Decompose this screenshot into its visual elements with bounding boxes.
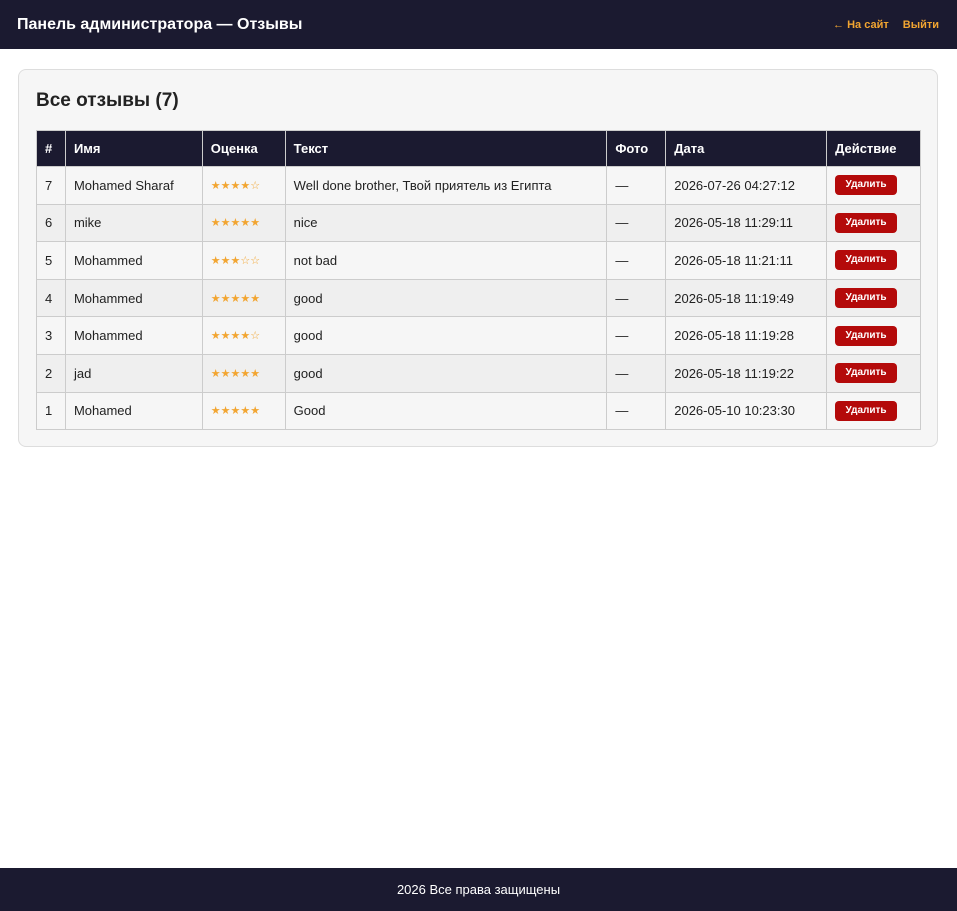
action-cell: Удалить — [826, 391, 921, 431]
table-row: 4 Mohammed ★★★★★ good —2026-05-18 11:19:49 Уд… — [36, 278, 921, 318]
column-header: Дата — [665, 130, 828, 167]
rating-stars-cell: ★★★★★ — [201, 278, 286, 318]
table-row: 2 jad ★★★★★ good —2026-05-18 11:19:22 Удалить — [36, 353, 921, 393]
header-nav: ← На сайт Выйти — [833, 19, 939, 31]
column-header: Фото — [606, 130, 667, 167]
reviews-table: # Имя Оценка Текст Фото Дата Действие 7 Mohamed… — [36, 130, 921, 431]
reviewer-name-cell: Mohammed — [64, 278, 203, 318]
action-cell: Удалить — [826, 353, 921, 393]
review-text-cell: not bad — [284, 241, 608, 280]
column-header: Действие — [826, 130, 921, 167]
table-body: 7 Mohamed Sharaf ★★★★☆ Well done brother, Т… — [36, 166, 921, 431]
back-to-site-link[interactable]: ← На сайт — [833, 19, 889, 31]
date-cell: 2026-05-18 11:19:22 — [665, 353, 828, 393]
review-text-cell: good — [284, 353, 608, 393]
review-text-cell: good — [284, 278, 608, 318]
column-header: # — [36, 130, 66, 167]
column-header: Имя — [64, 130, 203, 167]
reviewer-name-cell: Mohammed — [64, 241, 203, 280]
photo-cell: — — [606, 353, 667, 393]
rating-stars-cell: ★★★★★ — [201, 391, 286, 431]
delete-review-button[interactable]: Удалить — [835, 175, 898, 196]
photo-cell: — — [606, 203, 667, 243]
date-cell: 2026-05-18 11:19:28 — [665, 316, 828, 355]
copyright-text: 2026 Все права защищены — [396, 882, 561, 897]
table-header: # Имя Оценка Текст Фото Дата Действие — [36, 130, 921, 167]
table-row: 7 Mohamed Sharaf ★★★★☆ Well done brother, Т… — [36, 166, 921, 205]
page-title: Панель администратора — Отзывы — [17, 15, 303, 33]
reviewer-name-cell: Mohammed — [64, 316, 203, 355]
review-text-cell: Well done brother, Твой приятель из Егип… — [284, 166, 608, 205]
review-text-cell: good — [284, 316, 608, 355]
table-row: 5 Mohammed ★★★☆☆ not bad —2026-05-18 11:21:1… — [36, 241, 921, 280]
table-row: 1 Mohamed ★★★★★ Good —2026-05-10 10:23:30 Уда… — [36, 391, 921, 431]
review-id-cell: 6 — [36, 203, 66, 243]
action-cell: Удалить — [826, 241, 921, 280]
reviews-heading: Все отзывы (7) — [36, 90, 179, 111]
date-cell: 2026-05-10 10:23:30 — [665, 391, 828, 431]
table-row: 3 Mohammed ★★★★☆ good —2026-05-18 11:19:28 Уд… — [36, 316, 921, 355]
reviews-card: Все отзывы (7) # Имя Оценка Текст Фото Дата Де… — [18, 69, 938, 447]
logout-link[interactable]: Выйти — [903, 19, 939, 31]
rating-stars-cell: ★★★★☆ — [201, 316, 286, 355]
reviewer-name-cell: Mohamed Sharaf — [64, 166, 203, 205]
page-footer: 2026 Все права защищены — [0, 868, 957, 911]
action-cell: Удалить — [826, 316, 921, 355]
delete-review-button[interactable]: Удалить — [835, 325, 898, 346]
table-header-row: # Имя Оценка Текст Фото Дата Действие — [36, 130, 921, 167]
table-row: 6 mike ★★★★★ nice —2026-05-18 11:29:11 Удалит… — [36, 203, 921, 243]
photo-cell: — — [606, 241, 667, 280]
reviewer-name-cell: mike — [64, 203, 203, 243]
photo-cell: — — [606, 391, 667, 431]
delete-review-button[interactable]: Удалить — [835, 250, 898, 271]
date-cell: 2026-07-26 04:27:12 — [665, 166, 828, 205]
review-id-cell: 4 — [36, 278, 66, 318]
date-cell: 2026-05-18 11:21:11 — [665, 241, 828, 280]
rating-stars-cell: ★★★★☆ — [201, 166, 286, 205]
reviewer-name-cell: Mohamed — [64, 391, 203, 431]
review-id-cell: 5 — [36, 241, 66, 280]
reviewer-name-cell: jad — [64, 353, 203, 393]
review-text-cell: nice — [284, 203, 608, 243]
delete-review-button[interactable]: Удалить — [835, 363, 898, 384]
delete-review-button[interactable]: Удалить — [835, 288, 898, 309]
action-cell: Удалить — [826, 203, 921, 243]
photo-cell: — — [606, 278, 667, 318]
review-text-cell: Good — [284, 391, 608, 431]
photo-cell: — — [606, 166, 667, 205]
rating-stars-cell: ★★★★★ — [201, 353, 286, 393]
date-cell: 2026-05-18 11:29:11 — [665, 203, 828, 243]
review-id-cell: 7 — [36, 166, 66, 205]
action-cell: Удалить — [826, 278, 921, 318]
rating-stars-cell: ★★★★★ — [201, 203, 286, 243]
column-header: Оценка — [201, 130, 286, 167]
action-cell: Удалить — [826, 166, 921, 205]
review-id-cell: 2 — [36, 353, 66, 393]
rating-stars-cell: ★★★☆☆ — [201, 241, 286, 280]
date-cell: 2026-05-18 11:19:49 — [665, 278, 828, 318]
delete-review-button[interactable]: Удалить — [835, 212, 898, 233]
delete-review-button[interactable]: Удалить — [835, 400, 898, 421]
photo-cell: — — [606, 316, 667, 355]
top-navbar: Панель администратора — Отзывы ← На сайт… — [0, 0, 957, 49]
column-header: Текст — [284, 130, 608, 167]
review-id-cell: 1 — [36, 391, 66, 431]
review-id-cell: 3 — [36, 316, 66, 355]
